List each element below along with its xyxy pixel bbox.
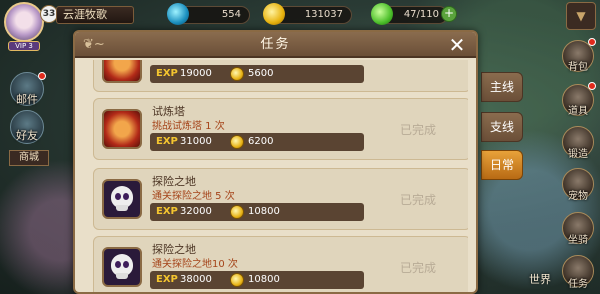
- task-description: 挑战试炼塔 1 次: [152, 121, 225, 132]
- skull-icon: [102, 179, 142, 219]
- task-description: 通关探险之地 5 次: [152, 191, 235, 202]
- gold-reward-value: 6200: [248, 136, 274, 147]
- gold-reward-value: 10800: [248, 274, 280, 285]
- collapse-menu-button[interactable]: ▼: [566, 2, 596, 30]
- task-row[interactable]: 探险之地 通关探险之地10 次 EXP 38000 10800 已完成: [93, 236, 468, 292]
- vip-badge: VIP 3: [8, 41, 40, 51]
- gold-coin-icon: [263, 3, 285, 25]
- player-name: 云涯牧歌: [56, 6, 134, 24]
- exp-label: EXP: [156, 206, 178, 217]
- gold-coin-icon: [230, 205, 244, 219]
- task-row[interactable]: 试炼塔 挑战试炼塔 1 次 EXP 31000 6200 已完成: [93, 98, 468, 160]
- trial-tower-icon: [102, 109, 142, 149]
- gold-coin-icon: [230, 135, 244, 149]
- gold-counter: 131037: [263, 3, 352, 25]
- gem-icon: [167, 3, 189, 25]
- task-status: 已完成: [400, 123, 437, 137]
- tab-main-quest[interactable]: 主线: [481, 72, 523, 102]
- gold-coin-icon: [230, 273, 244, 287]
- energy-icon: [371, 3, 393, 25]
- task-row[interactable]: EXP 19000 5600: [93, 60, 468, 92]
- backpack-notification-dot: [588, 38, 596, 46]
- task-status: 已完成: [400, 193, 437, 207]
- mount-label: 坐骑: [568, 235, 588, 246]
- exp-label: EXP: [156, 68, 178, 79]
- gem-value: 554: [221, 9, 241, 20]
- player-avatar[interactable]: [4, 2, 44, 42]
- task-icon: [102, 60, 142, 83]
- mail-notification-dot: [38, 72, 46, 80]
- task-row[interactable]: 探险之地 通关探险之地 5 次 EXP 32000 10800 已完成: [93, 168, 468, 230]
- gold-coin-icon: [230, 67, 244, 81]
- items-notification-dot: [588, 82, 596, 90]
- tab-daily-quest[interactable]: 日常: [481, 150, 523, 180]
- task-description: 通关探险之地10 次: [152, 259, 238, 270]
- shop-button[interactable]: 商城: [9, 150, 49, 166]
- reward-bar: EXP 31000 6200: [150, 133, 364, 151]
- exp-value: 38000: [180, 274, 212, 285]
- friends-label: 好友: [16, 129, 38, 142]
- task-panel: ❦~ 任务 ✕ EXP 19000 5600 试炼塔 挑战试炼塔 1 次 EXP…: [73, 30, 478, 294]
- energy-counter: 47/110 +: [371, 3, 457, 25]
- task-status: 已完成: [400, 261, 437, 275]
- energy-value: 47/110: [403, 9, 439, 20]
- gold-value: 131037: [304, 9, 343, 20]
- reward-bar: EXP 38000 10800: [150, 271, 364, 289]
- gold-reward-value: 10800: [248, 206, 280, 217]
- exp-value: 31000: [180, 136, 212, 147]
- gold-reward-value: 5600: [248, 68, 274, 79]
- forge-label: 锻造: [568, 149, 588, 160]
- close-button[interactable]: ✕: [443, 32, 471, 58]
- backpack-label: 背包: [568, 62, 588, 73]
- tasks-label: 任务: [568, 279, 588, 290]
- mail-label: 邮件: [16, 93, 38, 106]
- task-list[interactable]: EXP 19000 5600 试炼塔 挑战试炼塔 1 次 EXP 31000 6…: [85, 60, 468, 292]
- reward-bar: EXP 19000 5600: [150, 65, 364, 83]
- panel-title: 任务: [260, 37, 291, 52]
- skull-icon: [102, 247, 142, 287]
- tab-side-quest[interactable]: 支线: [481, 112, 523, 142]
- gem-counter: 554: [167, 3, 250, 25]
- add-energy-button[interactable]: +: [441, 6, 457, 22]
- exp-label: EXP: [156, 274, 178, 285]
- panel-header: ❦~ 任务 ✕: [75, 32, 476, 58]
- exp-label: EXP: [156, 136, 178, 147]
- exp-value: 32000: [180, 206, 212, 217]
- items-label: 道具: [568, 106, 588, 117]
- exp-value: 19000: [180, 68, 212, 79]
- world-chat-label[interactable]: 世界: [529, 271, 551, 287]
- top-bar: 33 VIP 3 云涯牧歌 554 131037 47/110 + ▼: [0, 0, 600, 51]
- pets-label: 宠物: [568, 191, 588, 202]
- reward-bar: EXP 32000 10800: [150, 203, 364, 221]
